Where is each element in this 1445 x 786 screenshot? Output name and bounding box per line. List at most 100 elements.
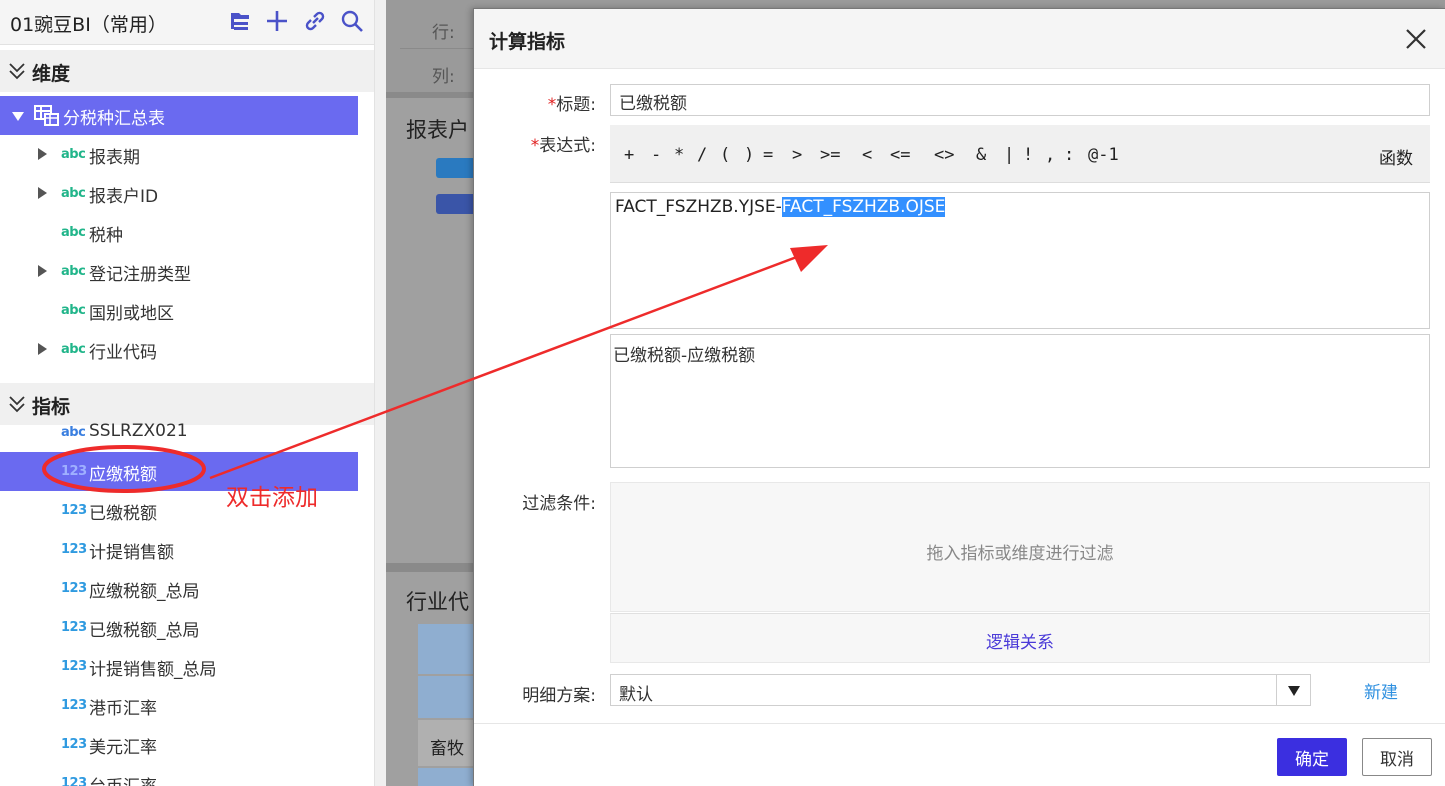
dataset-title[interactable]: 01豌豆BI（常用）	[10, 10, 167, 37]
expression-field-label: *表达式:	[530, 136, 596, 156]
folder-tree-icon[interactable]	[228, 8, 254, 34]
dimension-item[interactable]: abc 报表期	[0, 135, 374, 174]
measure-item-label: 已缴税额	[89, 504, 157, 524]
measure-item[interactable]: 123 已缴税额_总局	[0, 608, 374, 647]
collapse-triangle-icon[interactable]	[12, 112, 24, 121]
link-icon[interactable]	[302, 8, 328, 34]
logic-relation-link[interactable]: 逻辑关系	[611, 628, 1429, 653]
number-type-icon: 123	[61, 659, 87, 674]
dimension-item-label: 国别或地区	[89, 304, 174, 324]
measure-item[interactable]: 123 美元汇率	[0, 725, 374, 764]
operator-button[interactable]: >=	[820, 145, 840, 165]
operator-button[interactable]: )	[744, 145, 754, 165]
text-type-icon: abc	[61, 425, 86, 440]
operator-button[interactable]: +	[624, 145, 634, 165]
calculated-measure-dialog: 计算指标 *标题: 已缴税额 *表达式: + - * / () = > >= < <= <> & |!,…	[473, 8, 1445, 786]
expand-triangle-icon[interactable]	[38, 265, 47, 277]
operator-button[interactable]: <=	[890, 145, 910, 165]
expression-text[interactable]: FACT_FSZHZB.YJSE-FACT_FSZHZB.OJSE	[615, 197, 946, 217]
filter-placeholder: 拖入指标或维度进行过滤	[926, 544, 1114, 564]
annotation-label: 双击添加	[226, 485, 318, 511]
functions-button[interactable]: 函数	[1379, 144, 1413, 169]
dimension-item-label: 报表期	[89, 148, 140, 168]
text-type-icon: abc	[61, 225, 86, 240]
measure-item-label: 港币汇率	[89, 699, 157, 719]
row-shelf-label: 行:	[432, 23, 455, 43]
dimension-item-label: 登记注册类型	[89, 265, 191, 285]
dimension-item[interactable]: abc 报表户ID	[0, 174, 374, 213]
logic-relation-bar: 逻辑关系	[610, 613, 1430, 663]
operator-button[interactable]: /	[697, 145, 707, 165]
operator-button[interactable]: >	[792, 145, 802, 165]
measure-item[interactable]: 123 港币汇率	[0, 686, 374, 725]
description-textarea[interactable]: 已缴税额-应缴税额	[610, 334, 1430, 468]
measure-item-label: 应缴税额	[89, 465, 157, 485]
panel-scrollbar[interactable]	[374, 0, 386, 786]
dataset-header: 01豌豆BI（常用）	[0, 0, 374, 45]
measure-item[interactable]: 123 计提销售额	[0, 530, 374, 569]
number-type-icon: 123	[61, 581, 87, 596]
confirm-button[interactable]: 确定	[1277, 738, 1347, 776]
expand-triangle-icon[interactable]	[38, 343, 47, 355]
new-scheme-link[interactable]: 新建	[1364, 678, 1398, 703]
filter-field-label: 过滤条件:	[522, 494, 596, 514]
operator-button[interactable]: =	[763, 145, 773, 165]
close-icon[interactable]	[1402, 25, 1430, 53]
number-type-icon: 123	[61, 698, 87, 713]
dropdown-arrow-icon[interactable]	[1276, 675, 1310, 705]
text-type-icon: abc	[61, 342, 86, 357]
operator-toolbar: + - * / () = > >= < <= <> & |!,: @-1 函数	[610, 125, 1430, 183]
operator-button[interactable]: -	[651, 145, 661, 165]
dialog-footer: 确定 取消	[474, 723, 1445, 786]
text-type-icon: abc	[61, 147, 86, 162]
plus-icon[interactable]	[264, 8, 290, 34]
operator-button[interactable]: &	[976, 145, 986, 165]
detail-scheme-select[interactable]: 默认	[610, 674, 1311, 706]
text-type-icon: abc	[61, 303, 86, 318]
measure-item[interactable]: 123 应缴税额_总局	[0, 569, 374, 608]
number-type-icon: 123	[61, 464, 87, 479]
dialog-title: 计算指标	[489, 31, 566, 53]
dimension-item[interactable]: abc 行业代码	[0, 330, 374, 369]
expression-editor[interactable]: FACT_FSZHZB.YJSE-FACT_FSZHZB.OJSE	[610, 192, 1430, 329]
table-node[interactable]: 分税种汇总表	[0, 96, 358, 135]
title-field-label: *标题:	[547, 95, 596, 115]
dimension-section-label: 维度	[32, 63, 71, 85]
operator-button[interactable]: !	[1023, 145, 1033, 165]
description-text: 已缴税额-应缴税额	[613, 346, 756, 366]
operator-button[interactable]: :	[1064, 145, 1074, 165]
table-widget-2-title: 行业代	[406, 590, 469, 614]
measure-item[interactable]: abc SSLRZX021	[0, 418, 374, 448]
title-input[interactable]: 已缴税额	[610, 84, 1430, 116]
measure-item[interactable]: 123台币汇率	[0, 764, 374, 786]
measure-item-label: SSLRZX021	[89, 421, 188, 441]
measure-item-label: 应缴税额_总局	[89, 582, 200, 602]
operator-button[interactable]: @-1	[1088, 145, 1119, 165]
operator-button[interactable]: <	[862, 145, 872, 165]
expand-triangle-icon[interactable]	[38, 187, 47, 199]
table-icon	[34, 105, 60, 127]
measure-item[interactable]: 123 计提销售额_总局	[0, 647, 374, 686]
field-panel: 01豌豆BI（常用） 维度 分税种汇总表 abc 报表期 abc 报表户ID abc 税种…	[0, 0, 374, 786]
filter-drop-zone[interactable]: 拖入指标或维度进行过滤	[610, 482, 1430, 612]
dimension-item[interactable]: abc 登记注册类型	[0, 252, 374, 291]
operator-button[interactable]: ,	[1045, 145, 1055, 165]
operator-button[interactable]: <>	[934, 145, 954, 165]
dimension-item-label: 行业代码	[89, 343, 157, 363]
operator-button[interactable]: (	[720, 145, 730, 165]
double-chevron-down-icon	[8, 394, 26, 414]
operator-button[interactable]: *	[674, 145, 684, 165]
table-cell: 畜牧	[430, 739, 464, 759]
expand-triangle-icon[interactable]	[38, 148, 47, 160]
search-icon[interactable]	[339, 8, 365, 34]
operator-button[interactable]: |	[1004, 145, 1014, 165]
number-type-icon: 123	[61, 620, 87, 635]
dimension-item[interactable]: abc 税种	[0, 213, 374, 252]
dimension-section-header[interactable]: 维度	[0, 50, 374, 92]
cancel-button[interactable]: 取消	[1362, 738, 1432, 776]
measure-item-label: 台币汇率	[89, 772, 157, 786]
dimension-item[interactable]: abc 国别或地区	[0, 291, 374, 330]
number-type-icon: 123	[61, 542, 87, 557]
expression-selected-token: FACT_FSZHZB.OJSE	[781, 197, 946, 217]
table-name: 分税种汇总表	[63, 109, 165, 129]
